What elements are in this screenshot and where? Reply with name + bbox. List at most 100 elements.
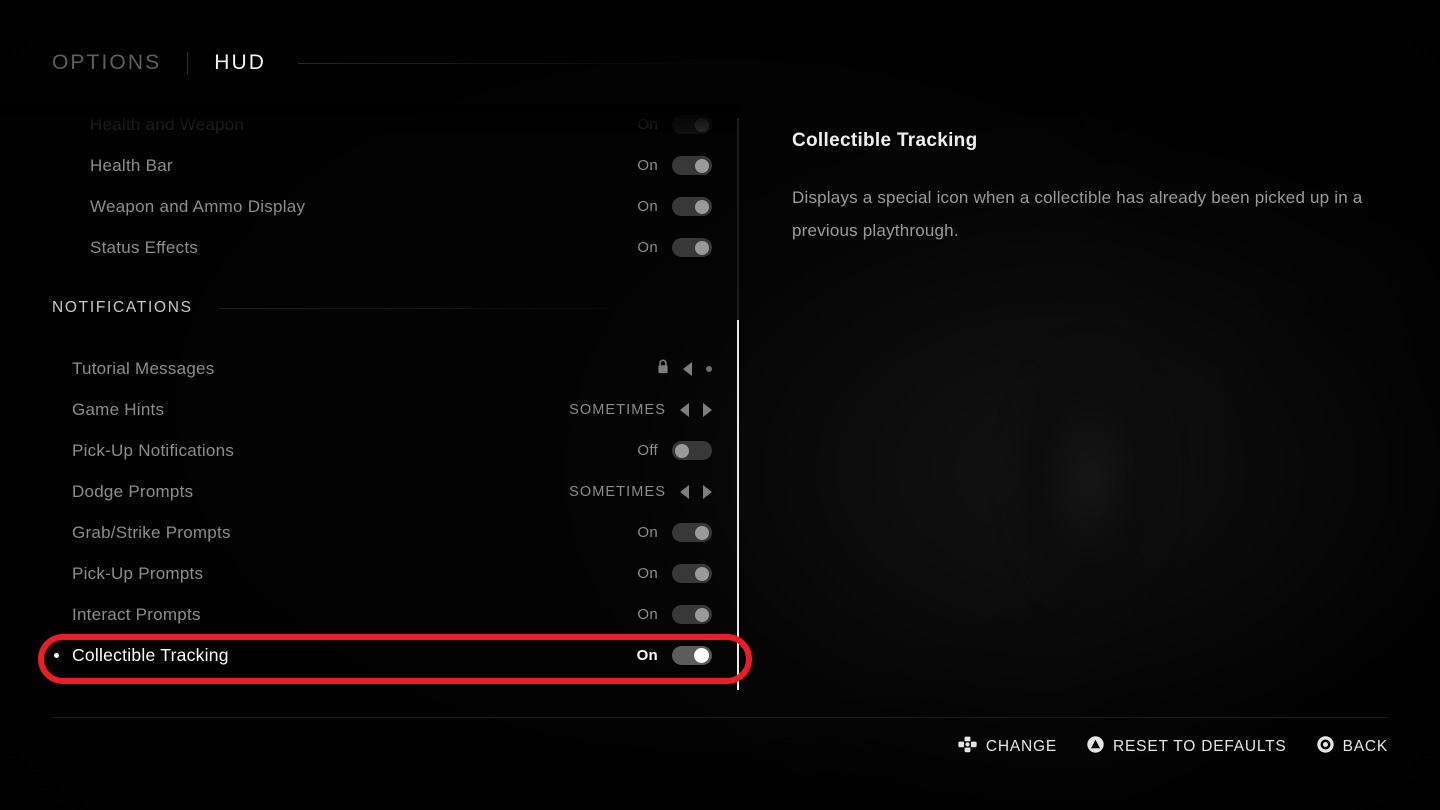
row-label: Weapon and Ammo Display <box>90 196 306 216</box>
row-label: Health Bar <box>90 155 173 175</box>
settings-list[interactable]: Health and Weapon On Health Bar On Weapo… <box>0 104 740 700</box>
row-label: Interact Prompts <box>72 604 201 624</box>
row-value: On <box>637 116 658 133</box>
list-row[interactable]: Interact Prompts On <box>0 594 740 635</box>
row-value: On <box>637 157 658 174</box>
detail-panel: Collectible Tracking Displays a special … <box>792 130 1372 247</box>
row-control <box>657 359 712 379</box>
toggle-switch[interactable] <box>672 115 712 134</box>
spinner-left-arrow[interactable] <box>680 402 689 417</box>
toggle-knob <box>695 566 709 581</box>
dpad-icon <box>958 736 977 758</box>
row-label: Health and Weapon <box>90 114 245 134</box>
toggle-switch[interactable] <box>672 523 712 542</box>
row-control[interactable]: SOMETIMES <box>569 402 712 418</box>
toggle-switch[interactable] <box>672 605 712 624</box>
scrollbar-track[interactable] <box>737 118 739 690</box>
row-label: Dodge Prompts <box>72 481 194 501</box>
toggle-knob <box>695 240 709 255</box>
action-label: RESET TO DEFAULTS <box>1113 738 1287 755</box>
row-control[interactable]: On <box>637 197 712 216</box>
toggle-switch[interactable] <box>672 156 712 175</box>
action-change[interactable]: CHANGE <box>958 736 1057 758</box>
row-value: Off <box>637 442 658 459</box>
toggle-switch[interactable] <box>672 441 712 460</box>
row-value: On <box>637 524 658 541</box>
row-label: Status Effects <box>90 237 199 257</box>
row-value: On <box>636 647 658 664</box>
selection-bullet-icon <box>54 653 59 658</box>
row-label: Tutorial Messages <box>72 358 215 378</box>
spinner-dot-icon <box>706 365 712 372</box>
list-row[interactable]: Grab/Strike Prompts On <box>0 512 740 553</box>
list-row[interactable]: Weapon and Ammo Display On <box>0 186 740 227</box>
triangle-button-icon <box>1087 736 1104 758</box>
list-row[interactable]: Health Bar On <box>0 145 740 186</box>
list-row[interactable]: Dodge Prompts SOMETIMES <box>0 471 740 512</box>
action-label: BACK <box>1342 738 1388 755</box>
bottom-divider <box>52 717 1388 718</box>
toggle-knob <box>695 117 709 132</box>
action-bar: CHANGE RESET TO DEFAULTS BACK <box>958 736 1388 758</box>
circle-button-icon <box>1316 736 1334 758</box>
toggle-knob <box>675 443 689 458</box>
tab-hud[interactable]: HUD <box>214 51 266 75</box>
row-control[interactable]: On <box>637 523 712 542</box>
toggle-switch[interactable] <box>672 238 712 257</box>
row-value: SOMETIMES <box>569 483 666 500</box>
list-row[interactable]: Health and Weapon On <box>0 104 740 145</box>
toggle-switch[interactable] <box>672 646 712 665</box>
spinner-right-arrow[interactable] <box>703 402 712 417</box>
toggle-switch[interactable] <box>672 564 712 583</box>
row-value: On <box>637 198 658 215</box>
row-control[interactable]: On <box>637 238 712 257</box>
tab-options[interactable]: OPTIONS <box>52 51 161 75</box>
header-tabs: OPTIONS HUD <box>52 44 719 82</box>
action-reset-to-defaults[interactable]: RESET TO DEFAULTS <box>1087 736 1287 758</box>
row-label: Grab/Strike Prompts <box>72 522 231 542</box>
action-label: CHANGE <box>985 738 1058 755</box>
row-control[interactable]: On <box>637 605 712 624</box>
toggle-knob <box>694 648 709 663</box>
action-back[interactable]: BACK <box>1316 736 1388 758</box>
section-rule <box>218 307 720 309</box>
header-rule <box>298 62 719 64</box>
toggle-knob <box>695 525 709 540</box>
list-row[interactable]: Pick-Up Notifications Off <box>0 430 740 471</box>
list-row[interactable]: Game Hints SOMETIMES <box>0 389 740 430</box>
row-control[interactable]: SOMETIMES <box>569 484 712 500</box>
detail-description: Displays a special icon when a collectib… <box>792 188 1363 240</box>
detail-title: Collectible Tracking <box>792 130 978 151</box>
section-header-notifications: NOTIFICATIONS <box>0 286 740 330</box>
row-control[interactable]: On <box>637 646 712 665</box>
list-row[interactable]: Tutorial Messages <box>0 348 740 389</box>
toggle-knob <box>695 199 709 214</box>
scrollbar-thumb[interactable] <box>737 320 739 690</box>
row-control[interactable]: Off <box>637 441 712 460</box>
row-label: Collectible Tracking <box>72 645 229 665</box>
row-control[interactable]: On <box>637 156 712 175</box>
spinner-right-arrow[interactable] <box>703 484 712 499</box>
spinner-left-arrow[interactable] <box>680 484 689 499</box>
row-label: Pick-Up Prompts <box>72 563 204 583</box>
tab-divider <box>187 52 189 74</box>
row-label: Game Hints <box>72 399 165 419</box>
toggle-knob <box>695 158 709 173</box>
row-value: On <box>637 565 658 582</box>
toggle-knob <box>695 607 709 622</box>
row-value: SOMETIMES <box>569 401 666 418</box>
section-title: NOTIFICATIONS <box>52 299 193 316</box>
toggle-switch[interactable] <box>672 197 712 216</box>
lock-icon <box>657 359 669 379</box>
row-label: Pick-Up Notifications <box>72 440 235 460</box>
row-control[interactable]: On <box>637 115 712 134</box>
row-value: On <box>637 239 658 256</box>
row-control[interactable]: On <box>637 564 712 583</box>
row-value: On <box>637 606 658 623</box>
spinner-left-arrow <box>683 361 692 376</box>
list-row[interactable]: Status Effects On <box>0 227 740 268</box>
list-row-collectible-tracking[interactable]: Collectible Tracking On <box>0 635 740 676</box>
list-row[interactable]: Pick-Up Prompts On <box>0 553 740 594</box>
